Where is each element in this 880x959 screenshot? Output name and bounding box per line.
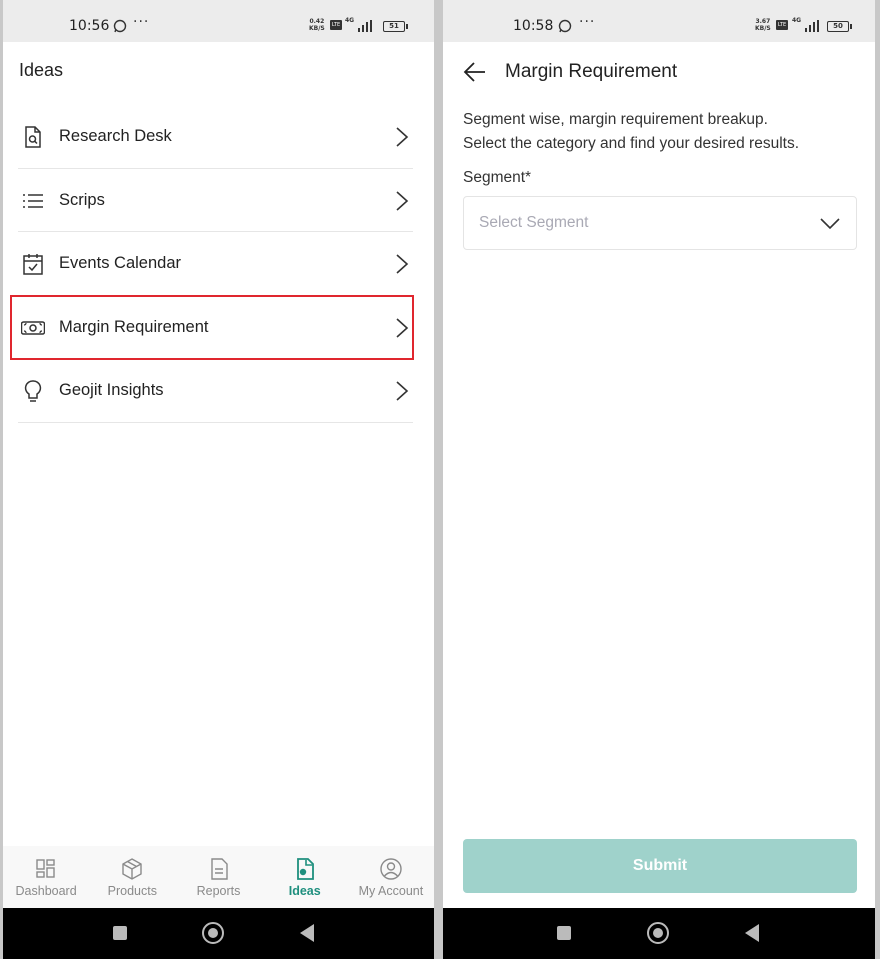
menu-item-label: Events Calendar — [59, 254, 181, 272]
submit-button[interactable]: Submit — [463, 839, 857, 893]
status-time: 10:56 — [69, 18, 110, 34]
back-button[interactable] — [300, 924, 314, 942]
whatsapp-icon — [558, 19, 572, 33]
network-type: 4G — [345, 17, 355, 24]
chevron-right-icon — [396, 190, 409, 211]
recent-apps-button[interactable] — [557, 926, 571, 940]
home-button[interactable] — [202, 922, 224, 944]
more-notifications-icon: ··· — [133, 14, 150, 30]
calendar-check-icon — [23, 254, 43, 275]
ideas-icon — [296, 858, 314, 880]
menu-item-label: Margin Requirement — [59, 317, 209, 336]
menu-item-margin-requirement[interactable]: Margin Requirement — [10, 294, 414, 360]
margin-requirement-screen: 10:58 ··· 3.67 KB/S LTE 4G 50 Margin Requ… — [443, 0, 875, 959]
report-icon — [210, 858, 228, 880]
menu-item-geojit-insights[interactable]: Geojit Insights — [18, 359, 413, 423]
status-bar: 10:56 ··· 0.42 KB/S LTE 4G 51 — [3, 0, 434, 42]
back-arrow-icon[interactable] — [463, 61, 487, 83]
ideas-screen: 10:56 ··· 0.42 KB/S LTE 4G 51 Ideas Resea… — [3, 0, 434, 959]
menu-item-research-desk[interactable]: Research Desk — [18, 105, 413, 169]
whatsapp-icon — [113, 19, 127, 33]
document-search-icon — [25, 126, 41, 148]
chevron-right-icon — [396, 127, 409, 147]
nav-reports[interactable]: Reports — [175, 846, 261, 908]
segment-label: Segment* — [463, 169, 532, 186]
system-navigation-bar — [443, 908, 875, 959]
nav-label: Dashboard — [15, 884, 77, 898]
menu-item-label: Research Desk — [59, 127, 172, 145]
battery-indicator: 50 — [827, 21, 852, 32]
chevron-down-icon — [820, 218, 840, 230]
nav-label: My Account — [358, 884, 424, 898]
lightbulb-icon — [24, 380, 42, 402]
menu-item-events-calendar[interactable]: Events Calendar — [18, 232, 413, 296]
signal-icon — [805, 20, 819, 32]
money-note-icon — [21, 320, 45, 335]
back-button[interactable] — [745, 924, 759, 942]
status-bar: 10:58 ··· 3.67 KB/S LTE 4G 50 — [443, 0, 875, 42]
page-title: Ideas — [19, 60, 64, 80]
menu-item-label: Geojit Insights — [59, 381, 164, 399]
bottom-navigation: Dashboard Products Reports Ideas My Acco… — [3, 846, 434, 908]
network-speed: 0.42 KB/S — [309, 18, 325, 32]
account-icon — [380, 858, 402, 880]
page-description: Segment wise, margin requirement breakup… — [463, 111, 800, 152]
nav-label: Ideas — [288, 884, 321, 898]
chevron-right-icon — [396, 381, 409, 401]
box-icon — [122, 858, 142, 880]
nav-label: Products — [107, 884, 157, 898]
list-icon — [23, 193, 43, 208]
nav-ideas[interactable]: Ideas — [262, 846, 348, 908]
volte-badge: LTE — [330, 20, 342, 30]
menu-item-label: Scrips — [59, 190, 105, 209]
dashboard-icon — [36, 859, 55, 878]
page-title: Margin Requirement — [505, 61, 678, 82]
nav-my-account[interactable]: My Account — [348, 846, 434, 908]
nav-label: Reports — [196, 884, 241, 898]
system-navigation-bar — [3, 908, 434, 959]
network-type: 4G — [792, 17, 802, 24]
signal-icon — [358, 20, 372, 32]
nav-products[interactable]: Products — [89, 846, 175, 908]
nav-dashboard[interactable]: Dashboard — [3, 846, 89, 908]
network-speed: 3.67 KB/S — [755, 18, 771, 32]
status-time: 10:58 — [513, 18, 554, 34]
chevron-right-icon — [396, 317, 409, 338]
battery-indicator: 51 — [383, 21, 408, 32]
menu-item-scrips[interactable]: Scrips — [18, 169, 413, 232]
chevron-right-icon — [396, 254, 409, 274]
segment-select[interactable]: Select Segment — [463, 196, 857, 250]
volte-badge: LTE — [776, 20, 788, 30]
segment-placeholder: Select Segment — [479, 214, 589, 231]
ideas-menu: Research Desk Scrips Events Calendar Mar… — [10, 105, 414, 423]
recent-apps-button[interactable] — [113, 926, 127, 940]
home-button[interactable] — [647, 922, 669, 944]
more-notifications-icon: ··· — [579, 14, 596, 30]
